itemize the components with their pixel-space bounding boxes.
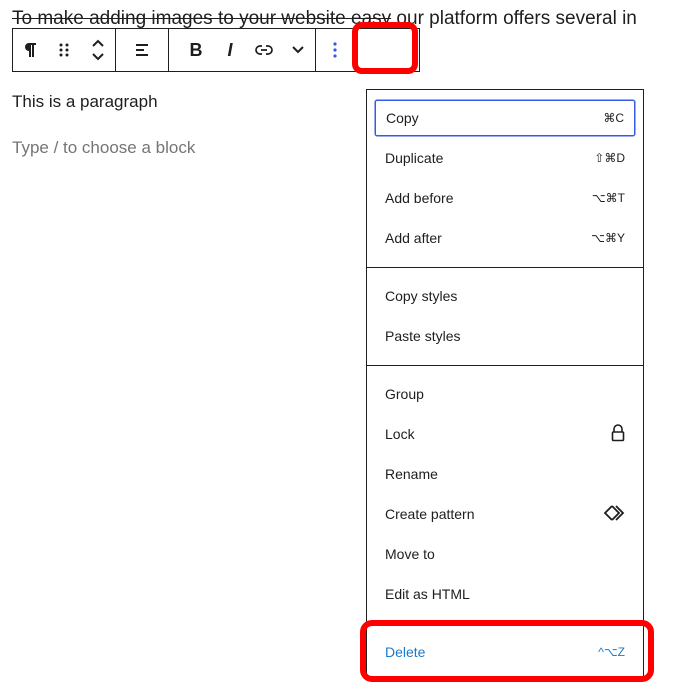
menu-item-label: Duplicate [385,150,444,166]
menu-item-shortcut: ⌘C [603,111,624,125]
menu-item-create-pattern[interactable]: Create pattern [375,496,635,532]
menu-divider [367,365,643,366]
paragraph-block[interactable]: This is a paragraph [12,92,158,112]
chevron-down-icon[interactable] [281,29,315,71]
background-text-rest: our platform offers several in [391,8,637,29]
menu-item-label: Paste styles [385,328,461,344]
menu-item-label: Add after [385,230,442,246]
menu-item-add-before[interactable]: Add before ⌥⌘T [375,180,635,216]
menu-item-move-to[interactable]: Move to [375,536,635,572]
lock-icon [611,423,625,445]
toolbar-group-format: B I [169,29,316,71]
menu-item-edit-as-html[interactable]: Edit as HTML [375,576,635,612]
background-text: To make adding images to your website ea… [12,8,674,30]
menu-item-paste-styles[interactable]: Paste styles [375,318,635,354]
align-icon[interactable] [116,29,168,71]
link-icon[interactable] [247,29,281,71]
menu-item-label: Group [385,386,424,402]
menu-item-copy[interactable]: Copy ⌘C [375,100,635,136]
menu-item-rename[interactable]: Rename [375,456,635,492]
menu-item-label: Move to [385,546,435,562]
menu-item-copy-styles[interactable]: Copy styles [375,278,635,314]
menu-item-label: Copy styles [385,288,458,304]
delete-highlight-box [360,620,654,682]
vertical-ellipsis-icon[interactable] [318,29,352,71]
pattern-icon [603,504,625,524]
menu-item-label: Copy [386,110,419,126]
menu-item-shortcut: ⌥⌘T [591,191,625,205]
move-up-down-icon[interactable] [81,29,115,71]
background-text-struck: To make adding images to your website ea… [12,8,392,29]
menu-item-duplicate[interactable]: Duplicate ⇧⌘D [375,140,635,176]
menu-item-label: Rename [385,466,438,482]
toolbar-group-align [116,29,169,71]
menu-item-add-after[interactable]: Add after ⌥⌘Y [375,220,635,256]
toolbar-group-block [13,29,116,71]
paragraph-icon[interactable] [13,29,47,71]
options-highlight-box [352,22,418,74]
menu-item-label: Lock [385,426,415,442]
menu-item-lock[interactable]: Lock [375,416,635,452]
drag-handle-icon[interactable] [47,29,81,71]
block-placeholder[interactable]: Type / to choose a block [12,138,195,158]
block-options-menu: Copy ⌘C Duplicate ⇧⌘D Add before ⌥⌘T Add… [366,89,644,680]
menu-divider [367,267,643,268]
menu-item-label: Add before [385,190,454,206]
bold-button[interactable]: B [179,29,213,71]
menu-item-label: Edit as HTML [385,586,470,602]
italic-button[interactable]: I [213,29,247,71]
menu-item-label: Create pattern [385,506,475,522]
menu-item-group[interactable]: Group [375,376,635,412]
toolbar-group-options [316,29,352,71]
menu-item-shortcut: ⌥⌘Y [591,231,625,245]
menu-item-shortcut: ⇧⌘D [594,151,625,165]
